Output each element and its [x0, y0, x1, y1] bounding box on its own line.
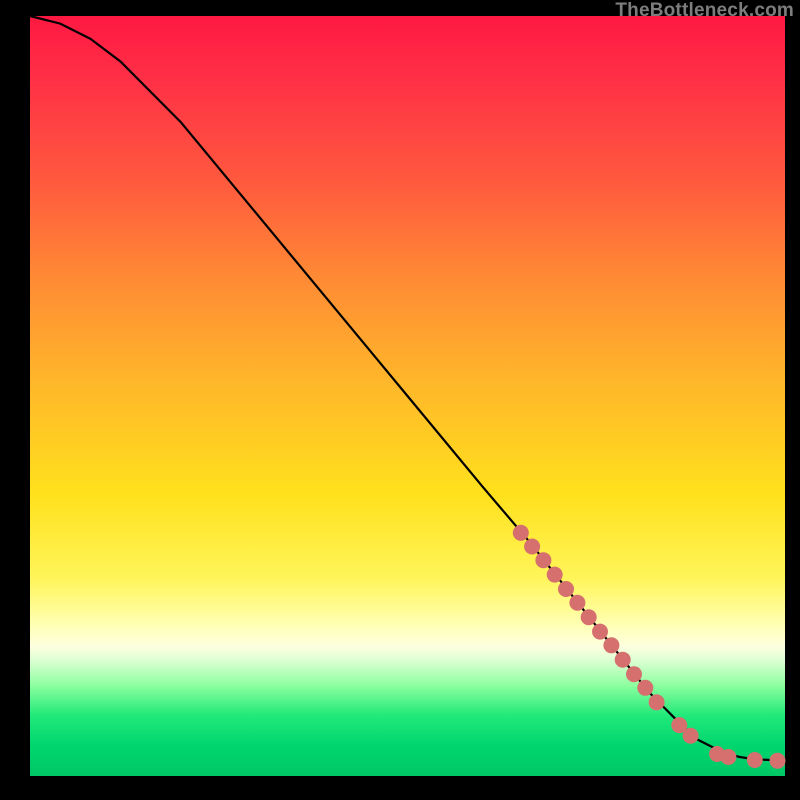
chart-svg: [30, 16, 785, 776]
marker-dot: [535, 552, 551, 568]
marker-group: [513, 525, 786, 769]
marker-dot: [747, 752, 763, 768]
marker-dot: [547, 567, 563, 583]
marker-dot: [513, 525, 529, 541]
chart-plot-area: [30, 16, 785, 776]
chart-stage: TheBottleneck.com: [0, 0, 800, 800]
marker-dot: [569, 595, 585, 611]
marker-dot: [637, 680, 653, 696]
marker-dot: [603, 637, 619, 653]
bottleneck-curve: [30, 16, 785, 761]
marker-dot: [720, 749, 736, 765]
attribution-watermark: TheBottleneck.com: [615, 0, 794, 22]
marker-dot: [558, 581, 574, 597]
marker-dot: [581, 609, 597, 625]
marker-dot: [649, 694, 665, 710]
marker-dot: [524, 539, 540, 555]
marker-dot: [626, 666, 642, 682]
marker-dot: [592, 624, 608, 640]
marker-dot: [683, 728, 699, 744]
marker-dot: [615, 652, 631, 668]
marker-dot: [770, 753, 786, 769]
